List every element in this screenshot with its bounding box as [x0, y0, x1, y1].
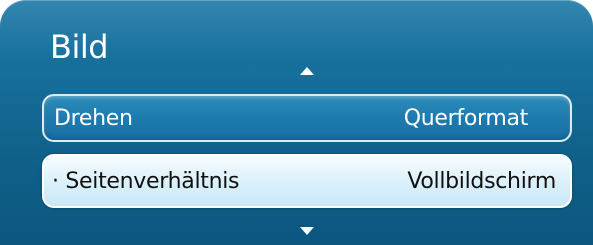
menu-item-value: Vollbildschirm: [407, 168, 556, 194]
scroll-down-icon[interactable]: [300, 227, 314, 235]
menu-item-seitenverhaeltnis[interactable]: · Seitenverhältnis Vollbildschirm: [42, 154, 572, 208]
menu-item-label: Drehen: [54, 105, 133, 131]
menu-item-label: · Seitenverhältnis: [52, 168, 240, 194]
picture-menu-panel: Bild Drehen Querformat · Seitenverhältni…: [0, 0, 593, 245]
menu-item-drehen[interactable]: Drehen Querformat: [42, 94, 572, 142]
menu-item-value: Querformat: [403, 105, 529, 131]
scroll-up-icon[interactable]: [300, 67, 314, 75]
menu-title: Bild: [50, 28, 109, 66]
